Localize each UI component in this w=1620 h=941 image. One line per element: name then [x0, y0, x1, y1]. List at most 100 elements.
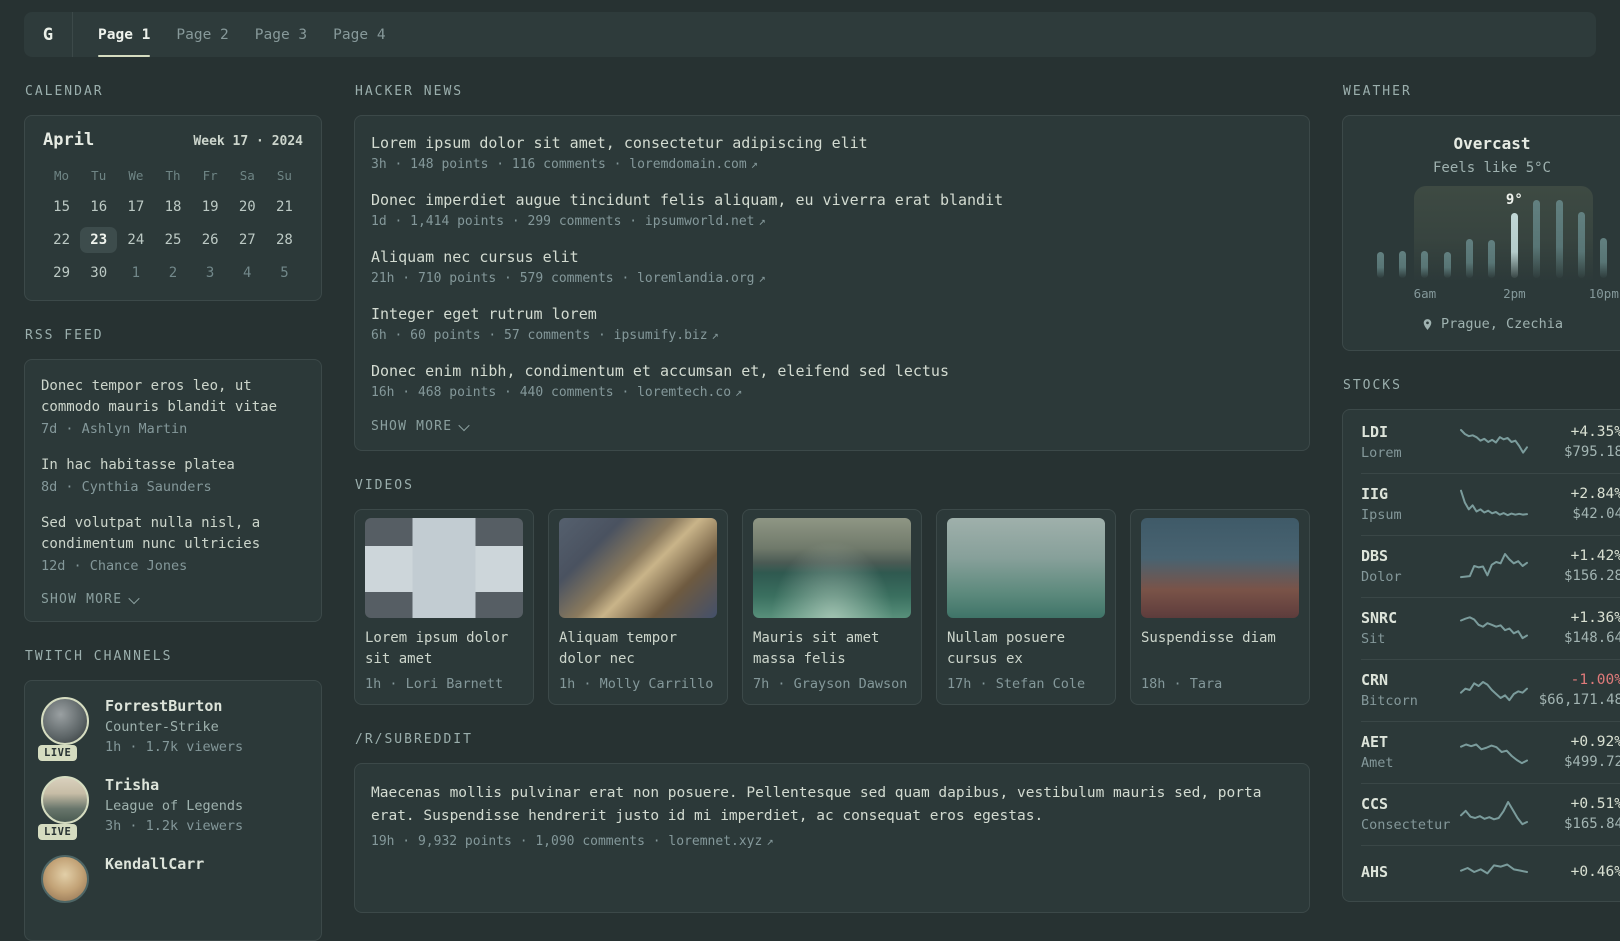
tab-page-4[interactable]: Page 4: [320, 12, 398, 57]
channel-name[interactable]: KendallCarr: [105, 855, 204, 873]
weather-bar: [1533, 200, 1541, 278]
weather-bar: [1577, 211, 1585, 278]
weather-bar: [1399, 250, 1407, 278]
weather-bar: [1600, 238, 1608, 278]
subreddit-post: Maecenas mollis pulvinar erat non posuer…: [371, 782, 1293, 849]
video-title[interactable]: Mauris sit amet massa felis: [753, 628, 911, 670]
live-badge: LIVE: [38, 824, 78, 840]
hn-item-meta[interactable]: 16h · 468 points · 440 comments · loremt…: [371, 385, 1293, 400]
calendar-day[interactable]: 28: [266, 227, 303, 253]
subreddit-post-title[interactable]: Maecenas mollis pulvinar erat non posuer…: [371, 782, 1293, 828]
tab-page-1[interactable]: Page 1: [85, 12, 163, 57]
calendar-day[interactable]: 22: [43, 227, 80, 253]
stock-row[interactable]: CRN Bitcorn -1.00% $66,171.48: [1361, 660, 1620, 722]
stock-row[interactable]: AHS +0.46%: [1361, 846, 1620, 899]
video-title[interactable]: Aliquam tempor dolor nec pharetra…: [559, 628, 717, 670]
hn-item: Donec enim nibh, condimentum et accumsan…: [371, 362, 1293, 400]
calendar-weekday: Su: [276, 168, 292, 183]
stock-ticker: AHS: [1361, 863, 1389, 881]
videos-row: Lorem ipsum dolor sit amet consectetu… 1…: [354, 509, 1310, 705]
calendar-day[interactable]: 21: [266, 194, 303, 220]
hn-item-title[interactable]: Donec imperdiet augue tincidunt felis al…: [371, 191, 1293, 209]
hn-item-meta[interactable]: 1d · 1,414 points · 299 comments · ipsum…: [371, 214, 1293, 229]
twitch-channel[interactable]: KendallCarr: [41, 855, 305, 903]
channel-name[interactable]: ForrestBurton: [105, 697, 243, 715]
avatar: [41, 697, 89, 745]
weather-bar-slot: [1436, 200, 1458, 278]
hn-show-more-button[interactable]: SHOW MORE: [371, 419, 1293, 434]
stock-ticker: LDI: [1361, 423, 1389, 441]
stock-change: +2.84%: [1570, 486, 1620, 502]
calendar-day[interactable]: 18: [154, 194, 191, 220]
calendar-day[interactable]: 26: [192, 227, 229, 253]
video-card[interactable]: Nullam posuere cursus ex 17h · Stefan Co…: [936, 509, 1116, 705]
tab-page-3[interactable]: Page 3: [242, 12, 320, 57]
calendar-day[interactable]: 3: [192, 260, 229, 286]
twitch-channel[interactable]: LIVE Trisha League of Legends 3h · 1.2k …: [38, 776, 305, 840]
hn-item-meta[interactable]: 6h · 60 points · 57 comments · ipsumify.…: [371, 328, 1293, 343]
calendar-day[interactable]: 4: [229, 260, 266, 286]
channel-category: League of Legends: [105, 798, 244, 814]
stock-row[interactable]: AET Amet +0.92% $499.72: [1361, 722, 1620, 784]
weather-bar-slot: [1391, 200, 1413, 278]
stock-sparkline: [1461, 427, 1527, 457]
stocks-section-title: STOCKS: [1343, 378, 1402, 393]
hn-item-meta[interactable]: 3h · 148 points · 116 comments · loremdo…: [371, 157, 1293, 172]
avatar: [41, 776, 89, 824]
calendar-day[interactable]: 30: [80, 260, 117, 286]
calendar-day[interactable]: 16: [80, 194, 117, 220]
hn-item: Integer eget rutrum lorem 6h · 60 points…: [371, 305, 1293, 343]
weather-bar: [1466, 239, 1474, 278]
hn-item-title[interactable]: Aliquam nec cursus elit: [371, 248, 1293, 266]
rss-item-title[interactable]: Sed volutpat nulla nisl, a condimentum n…: [41, 513, 305, 555]
calendar-day[interactable]: 2: [154, 260, 191, 286]
hn-item-meta[interactable]: 21h · 710 points · 579 comments · loreml…: [371, 271, 1293, 286]
video-card[interactable]: Lorem ipsum dolor sit amet consectetu… 1…: [354, 509, 534, 705]
calendar-day[interactable]: 25: [154, 227, 191, 253]
video-thumbnail[interactable]: [365, 518, 523, 618]
stock-row[interactable]: SNRC Sit +1.36% $148.64: [1361, 598, 1620, 660]
channel-category: Counter-Strike: [105, 719, 219, 735]
hn-item-title[interactable]: Integer eget rutrum lorem: [371, 305, 1293, 323]
hn-item-title[interactable]: Donec enim nibh, condimentum et accumsan…: [371, 362, 1293, 380]
rss-item-title[interactable]: In hac habitasse platea: [41, 455, 305, 476]
video-card[interactable]: Suspendisse diam 18h · Tara: [1130, 509, 1310, 705]
stock-row[interactable]: DBS Dolor +1.42% $156.28: [1361, 536, 1620, 598]
video-title[interactable]: Lorem ipsum dolor sit amet consectetu…: [365, 628, 523, 670]
rss-item-meta: 7d · Ashlyn Martin: [41, 421, 188, 437]
video-card[interactable]: Aliquam tempor dolor nec pharetra… 1h · …: [548, 509, 728, 705]
subreddit-post-meta[interactable]: 19h · 9,932 points · 1,090 comments · lo…: [371, 834, 1293, 849]
calendar-day[interactable]: 17: [117, 194, 154, 220]
video-thumbnail[interactable]: [947, 518, 1105, 618]
rss-item-title[interactable]: Donec tempor eros leo, ut commodo mauris…: [41, 376, 305, 418]
tab-page-2[interactable]: Page 2: [163, 12, 241, 57]
calendar-day[interactable]: 29: [43, 260, 80, 286]
calendar-day[interactable]: 1: [117, 260, 154, 286]
calendar-day[interactable]: 5: [266, 260, 303, 286]
calendar-day[interactable]: 27: [229, 227, 266, 253]
calendar-day[interactable]: 19: [192, 194, 229, 220]
rss-show-more-button[interactable]: SHOW MORE: [41, 592, 305, 607]
stock-change: -1.00%: [1570, 672, 1620, 688]
calendar-day-selected[interactable]: 23: [80, 227, 118, 253]
twitch-channel[interactable]: LIVE ForrestBurton Counter-Strike 1h · 1…: [38, 697, 305, 761]
video-title[interactable]: Suspendisse diam: [1141, 628, 1299, 670]
hn-item-title[interactable]: Lorem ipsum dolor sit amet, consectetur …: [371, 134, 1293, 152]
stock-row[interactable]: CCS Consectetur +0.51% $165.84: [1361, 784, 1620, 846]
channel-name[interactable]: Trisha: [105, 776, 243, 794]
video-thumbnail[interactable]: [559, 518, 717, 618]
calendar-day[interactable]: 24: [117, 227, 154, 253]
calendar-week-year: Week 17 · 2024: [193, 134, 303, 149]
calendar-day[interactable]: 15: [43, 194, 80, 220]
calendar-day[interactable]: 20: [229, 194, 266, 220]
rss-section-title: RSS FEED: [25, 328, 104, 343]
video-title[interactable]: Nullam posuere cursus ex: [947, 628, 1105, 670]
weather-bar: [1488, 239, 1496, 278]
video-card[interactable]: Mauris sit amet massa felis 7h · Grayson…: [742, 509, 922, 705]
video-thumbnail[interactable]: [1141, 518, 1299, 618]
stock-change: +1.42%: [1570, 548, 1620, 564]
stock-row[interactable]: IIG Ipsum +2.84% $42.04: [1361, 474, 1620, 536]
video-thumbnail[interactable]: [753, 518, 911, 618]
stock-row[interactable]: LDI Lorem +4.35% $795.18: [1361, 412, 1620, 474]
stock-ticker: DBS: [1361, 547, 1389, 565]
